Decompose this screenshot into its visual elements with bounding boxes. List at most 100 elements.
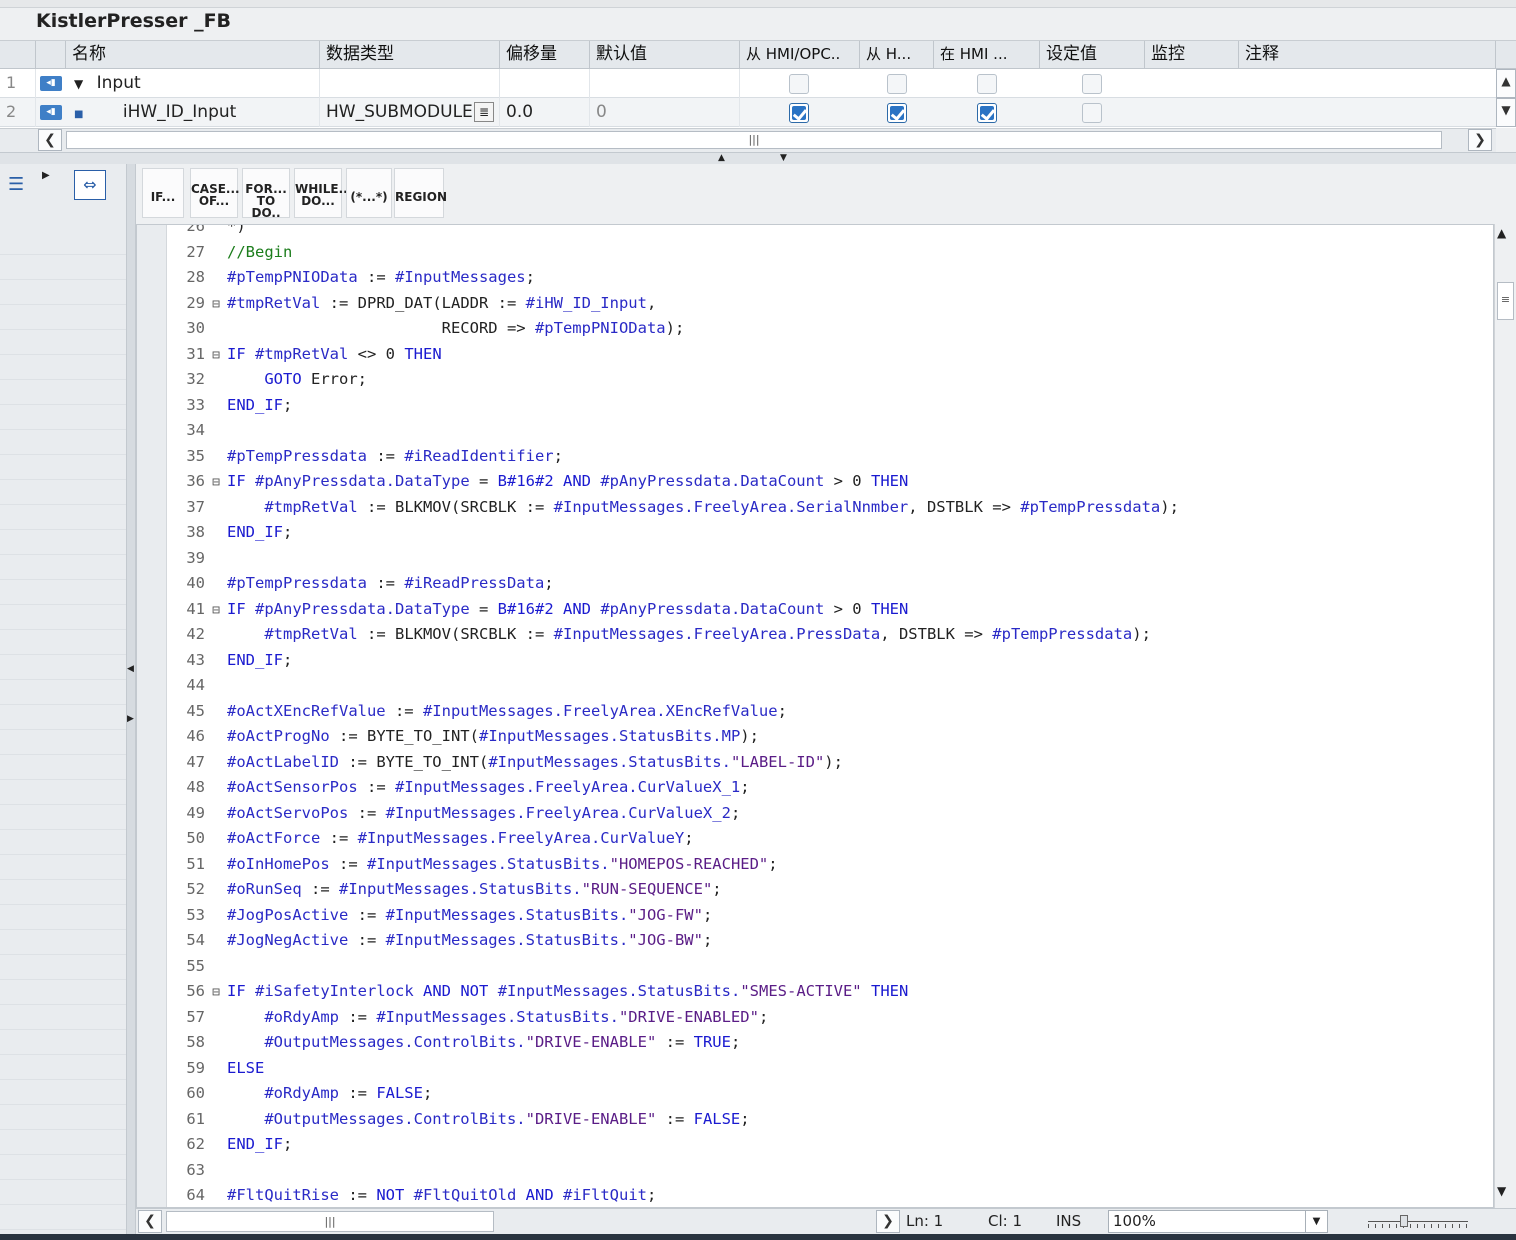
- hmi-access-checkbox[interactable]: [789, 74, 809, 94]
- code-line[interactable]: 33 END_IF;: [167, 393, 292, 419]
- code-line[interactable]: 53 #JogPosActive := #InputMessages.Status…: [167, 903, 712, 929]
- code-line[interactable]: 43 END_IF;: [167, 648, 292, 674]
- code-line[interactable]: 57 #oRdyAmp := #InputMessages.StatusBits…: [167, 1005, 768, 1031]
- header-hmi-visible[interactable]: 在 HMI ...: [934, 41, 1040, 69]
- code-line[interactable]: 58 #OutputMessages.ControlBits."DRIVE-EN…: [167, 1030, 740, 1056]
- fold-toggle-icon[interactable]: ⊟: [205, 343, 227, 369]
- code-line[interactable]: 29 ⊟ #tmpRetVal := DPRD_DAT(LADDR := #iHW_…: [167, 291, 656, 317]
- fit-view-icon[interactable]: ⇔: [74, 170, 106, 200]
- pane-splitter[interactable]: ▲ ▼: [0, 152, 1516, 164]
- code-line[interactable]: 40 #pTempPressdata := #iReadPressData;: [167, 571, 553, 597]
- editor-scroll-thumb[interactable]: ≡: [1497, 282, 1514, 320]
- datatype-picker-icon[interactable]: ≣: [474, 102, 494, 122]
- zoom-select[interactable]: 100% ▼: [1108, 1210, 1328, 1233]
- expand-arrow-icon[interactable]: ▶: [42, 170, 50, 181]
- default-cell[interactable]: [590, 69, 740, 98]
- code-line[interactable]: 62 END_IF;: [167, 1132, 292, 1158]
- hmi-visible-checkbox[interactable]: [977, 74, 997, 94]
- hmi-visible-checkbox[interactable]: [977, 103, 997, 123]
- table-row[interactable]: 1 ◂▮ ▼ Input: [0, 69, 1496, 98]
- code-line[interactable]: 61 #OutputMessages.ControlBits."DRIVE-EN…: [167, 1107, 749, 1133]
- code-line[interactable]: 38 END_IF;: [167, 520, 292, 546]
- header-comment[interactable]: 注释: [1239, 41, 1496, 69]
- datatype-cell[interactable]: HW_SUBMODULE ≣: [320, 98, 500, 127]
- hmi-write-checkbox[interactable]: [887, 103, 907, 123]
- name-cell[interactable]: ▼ Input: [66, 69, 320, 98]
- code-line[interactable]: 31 ⊟ IF #tmpRetVal <> 0 THEN: [167, 342, 441, 369]
- code-line[interactable]: 41 ⊟ IF #pAnyPressdata.DataType = B#16#2 A…: [167, 597, 908, 623]
- for-button[interactable]: FOR... TO DO..: [242, 168, 290, 219]
- code-line[interactable]: 39: [167, 546, 227, 572]
- code-line[interactable]: 46 #oActProgNo := BYTE_TO_INT(#InputMessa…: [167, 724, 759, 750]
- table-scroll-thumb[interactable]: |||: [66, 131, 1442, 149]
- code-line[interactable]: 47 #oActLabelID := BYTE_TO_INT(#InputMess…: [167, 750, 843, 776]
- code-line[interactable]: 56 ⊟ IF #iSafetyInterlock AND NOT #InputMe…: [167, 979, 908, 1005]
- setpoint-checkbox[interactable]: [1082, 103, 1102, 123]
- code-line[interactable]: 34: [167, 418, 227, 444]
- fold-toggle-icon[interactable]: ⊟: [205, 292, 227, 318]
- vertical-splitter[interactable]: ◀ ▶: [126, 164, 136, 1234]
- collapse-up-icon[interactable]: ▲: [718, 153, 725, 163]
- hmi-access-checkbox[interactable]: [789, 103, 809, 123]
- code-line[interactable]: 63: [167, 1158, 227, 1184]
- code-line[interactable]: 27 //Begin: [167, 240, 292, 266]
- code-line[interactable]: 48 #oActSensorPos := #InputMessages.Freel…: [167, 775, 749, 801]
- collapse-right-icon[interactable]: ▶: [127, 714, 134, 724]
- header-name[interactable]: 名称: [66, 41, 320, 69]
- code-line[interactable]: 26 *): [167, 225, 245, 240]
- code-line[interactable]: 45 #oActXEncRefValue := #InputMessages.Fr…: [167, 699, 787, 725]
- scroll-right-icon[interactable]: ❯: [1468, 129, 1492, 151]
- code-editor[interactable]: 26 *) 27 //Begin 28 #pTempPNIOData := #InputM…: [136, 224, 1494, 1208]
- table-row[interactable]: 2 ◂▮ ■ iHW_ID_Input HW_SUBMODULE ≣ 0.0 0: [0, 98, 1496, 127]
- code-line[interactable]: 64 #FltQuitRise := NOT #FltQuitOld AND #i…: [167, 1183, 656, 1207]
- code-line[interactable]: 44: [167, 673, 227, 699]
- name-cell[interactable]: ■ iHW_ID_Input: [66, 98, 320, 127]
- header-setpoint[interactable]: 设定值: [1040, 41, 1145, 69]
- comment-button[interactable]: (*...*): [346, 168, 392, 218]
- zoom-slider-icon[interactable]: [1368, 1215, 1468, 1229]
- while-button[interactable]: WHILE.. DO...: [294, 168, 348, 218]
- code-line[interactable]: 50 #oActForce := #InputMessages.FreelyAre…: [167, 826, 693, 852]
- editor-vscrollbar[interactable]: ▲ ≡ ▼: [1494, 224, 1516, 1208]
- scroll-down-icon[interactable]: ▼: [1496, 98, 1516, 127]
- region-button[interactable]: REGION: [394, 168, 447, 218]
- collapse-left-icon[interactable]: ◀: [127, 664, 134, 674]
- scroll-up-icon[interactable]: ▲: [1496, 69, 1516, 98]
- code-line[interactable]: 55: [167, 954, 227, 980]
- scroll-up-icon[interactable]: ▲: [1497, 226, 1506, 240]
- table-hscrollbar[interactable]: ❮ ||| ❯: [0, 128, 1496, 152]
- code-line[interactable]: 30 RECORD => #pTempPNIOData);: [167, 316, 684, 342]
- header-offset[interactable]: 偏移量: [500, 41, 590, 69]
- case-button[interactable]: CASE... OF...: [190, 168, 240, 218]
- fold-toggle-icon[interactable]: ⊟: [205, 470, 227, 496]
- scroll-left-icon[interactable]: ❮: [138, 1210, 162, 1233]
- setpoint-checkbox[interactable]: [1082, 74, 1102, 94]
- code-line[interactable]: 51 #oInHomePos := #InputMessages.StatusBi…: [167, 852, 777, 878]
- code-line[interactable]: 32 GOTO Error;: [167, 367, 367, 393]
- header-hmi-write[interactable]: 从 H...: [860, 41, 934, 69]
- code-line[interactable]: 36 ⊟ IF #pAnyPressdata.DataType = B#16#2 A…: [167, 469, 908, 495]
- code-line[interactable]: 60 #oRdyAmp := FALSE;: [167, 1081, 432, 1107]
- indent-icon[interactable]: ☰: [8, 174, 24, 195]
- fold-toggle-icon[interactable]: ⊟: [205, 980, 227, 1006]
- code-line[interactable]: 52 #oRunSeq := #InputMessages.StatusBits.…: [167, 877, 721, 903]
- code-line[interactable]: 59 ELSE: [167, 1056, 264, 1082]
- collapse-down-icon[interactable]: ▼: [780, 153, 787, 163]
- code-line[interactable]: 28 #pTempPNIOData := #InputMessages;: [167, 265, 535, 291]
- code-line[interactable]: 35 #pTempPressdata := #iReadIdentifier;: [167, 444, 563, 470]
- code-line[interactable]: 54 #JogNegActive := #InputMessages.Status…: [167, 928, 712, 954]
- scroll-right-icon[interactable]: ❯: [876, 1210, 900, 1233]
- header-monitor[interactable]: 监控: [1145, 41, 1239, 69]
- expand-triangle-icon[interactable]: ▼: [74, 77, 83, 91]
- header-default[interactable]: 默认值: [590, 41, 740, 69]
- code-line[interactable]: 42 #tmpRetVal := BLKMOV(SRCBLK := #Input…: [167, 622, 1151, 648]
- hmi-write-checkbox[interactable]: [887, 74, 907, 94]
- code-area[interactable]: 26 *) 27 //Begin 28 #pTempPNIOData := #InputM…: [167, 225, 1493, 1207]
- if-button[interactable]: IF...: [142, 168, 184, 218]
- header-hmi-access[interactable]: 从 HMI/OPC..: [740, 41, 860, 69]
- code-line[interactable]: 37 #tmpRetVal := BLKMOV(SRCBLK := #Input…: [167, 495, 1179, 521]
- scroll-down-icon[interactable]: ▼: [1497, 1184, 1506, 1198]
- dropdown-icon[interactable]: ▼: [1305, 1211, 1327, 1232]
- fold-toggle-icon[interactable]: ⊟: [205, 598, 227, 624]
- datatype-cell[interactable]: [320, 69, 500, 98]
